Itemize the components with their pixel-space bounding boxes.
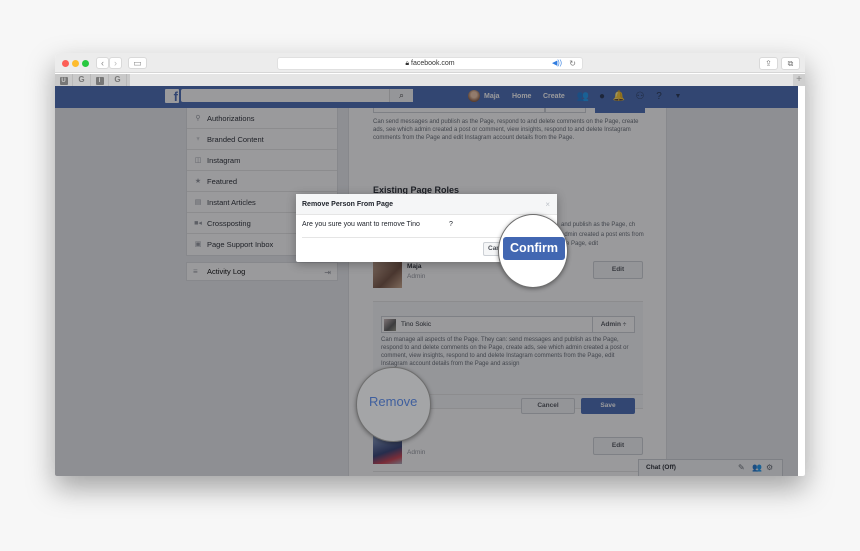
maximize-window-button[interactable] [82,60,89,67]
close-icon[interactable]: × [545,194,550,215]
close-window-button[interactable] [62,60,69,67]
new-tab-button[interactable]: + [793,74,805,86]
share-icon[interactable]: ⇪ [759,57,778,70]
browser-window: ‹ › ▭ 🔒︎ facebook.com ◀)) ↻ ⇪ ⧉ U G I G … [55,53,805,476]
audio-icon[interactable]: ◀)) [552,58,562,69]
favorites-bar: U G I G + [55,74,805,86]
favorite-g-2[interactable]: G [109,74,127,86]
modal-overlay[interactable] [55,86,805,476]
back-icon[interactable]: ‹ [96,57,109,69]
dialog-title: Remove Person From Page [302,201,394,208]
favorite-g[interactable]: G [73,74,91,86]
confirm-callout: Confirm [498,214,568,288]
dialog-question-mark: ? [449,221,453,228]
tabs-overview-icon[interactable]: ⧉ [781,57,800,70]
remove-link[interactable]: Remove [369,394,417,409]
reload-icon[interactable]: ↻ [569,58,576,69]
sidebar-toggle-icon[interactable]: ▭ [128,57,147,69]
dialog-message: Are you sure you want to remove Tino [302,221,420,228]
confirm-button[interactable]: Confirm [503,237,565,260]
favorite-u[interactable]: U [55,74,73,86]
dialog-header: Remove Person From Page × [296,194,557,215]
address-bar[interactable]: 🔒︎ facebook.com ◀)) ↻ [277,57,583,70]
forward-icon[interactable]: › [109,57,122,69]
browser-toolbar: ‹ › ▭ 🔒︎ facebook.com ◀)) ↻ ⇪ ⧉ [55,53,805,73]
remove-callout: Remove [356,367,431,442]
scrollbar[interactable] [798,86,805,476]
favorite-i[interactable]: I [91,74,109,86]
minimize-window-button[interactable] [72,60,79,67]
url-text: facebook.com [411,60,455,67]
